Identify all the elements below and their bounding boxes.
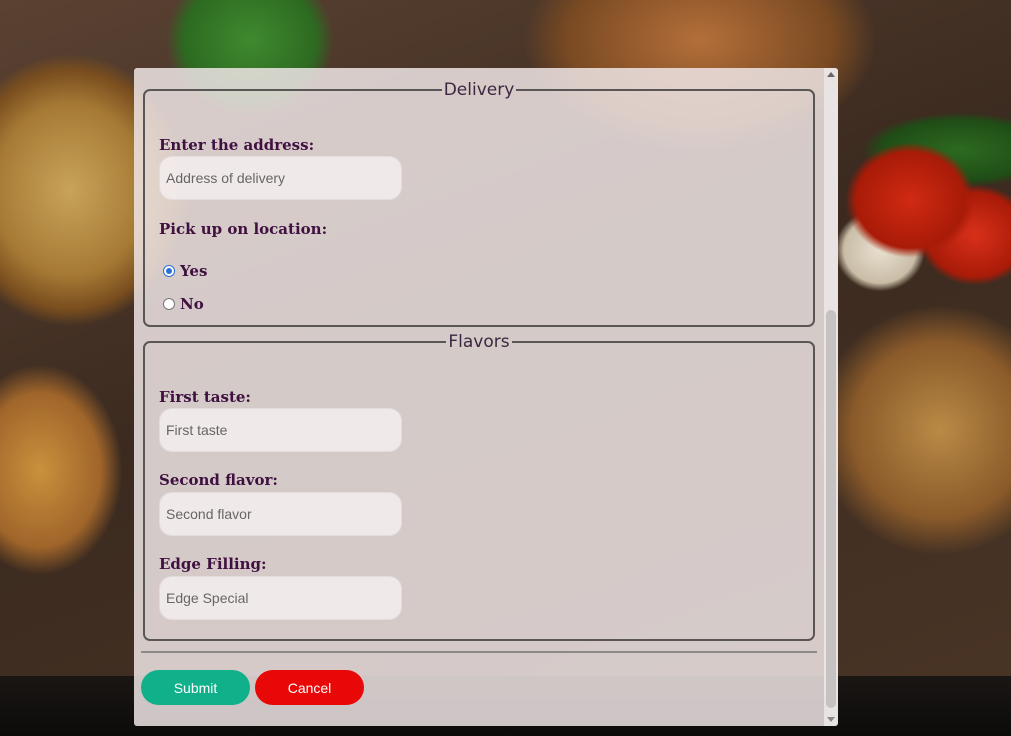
pickup-yes-option[interactable]: Yes xyxy=(163,262,207,280)
edge-filling-label: Edge Filling: xyxy=(159,555,267,573)
scroll-up-arrow-icon[interactable] xyxy=(827,72,835,77)
flavors-fieldset: Flavors First taste: Second flavor: Edge… xyxy=(143,332,815,641)
pickup-no-radio[interactable] xyxy=(163,298,175,310)
vertical-scrollbar[interactable] xyxy=(824,68,838,726)
first-taste-label: First taste: xyxy=(159,388,251,406)
second-flavor-input[interactable] xyxy=(159,492,402,536)
submit-button[interactable]: Submit xyxy=(141,670,250,705)
pickup-yes-radio[interactable] xyxy=(163,265,175,277)
delivery-fieldset: Delivery Enter the address: Pick up on l… xyxy=(143,80,815,327)
flavors-legend: Flavors xyxy=(448,332,510,352)
order-form-panel: Delivery Enter the address: Pick up on l… xyxy=(134,68,838,726)
address-input[interactable] xyxy=(159,156,402,200)
pickup-yes-label[interactable]: Yes xyxy=(180,262,207,280)
pickup-no-label[interactable]: No xyxy=(180,295,204,313)
cancel-button[interactable]: Cancel xyxy=(255,670,364,705)
second-flavor-label: Second flavor: xyxy=(159,471,278,489)
scrollbar-thumb[interactable] xyxy=(826,310,836,708)
edge-filling-input[interactable] xyxy=(159,576,402,620)
pickup-label: Pick up on location: xyxy=(159,220,328,238)
form-divider xyxy=(141,651,817,653)
scroll-down-arrow-icon[interactable] xyxy=(827,717,835,722)
delivery-legend: Delivery xyxy=(443,80,515,100)
pickup-no-option[interactable]: No xyxy=(163,295,204,313)
address-label: Enter the address: xyxy=(159,136,315,154)
first-taste-input[interactable] xyxy=(159,408,402,452)
